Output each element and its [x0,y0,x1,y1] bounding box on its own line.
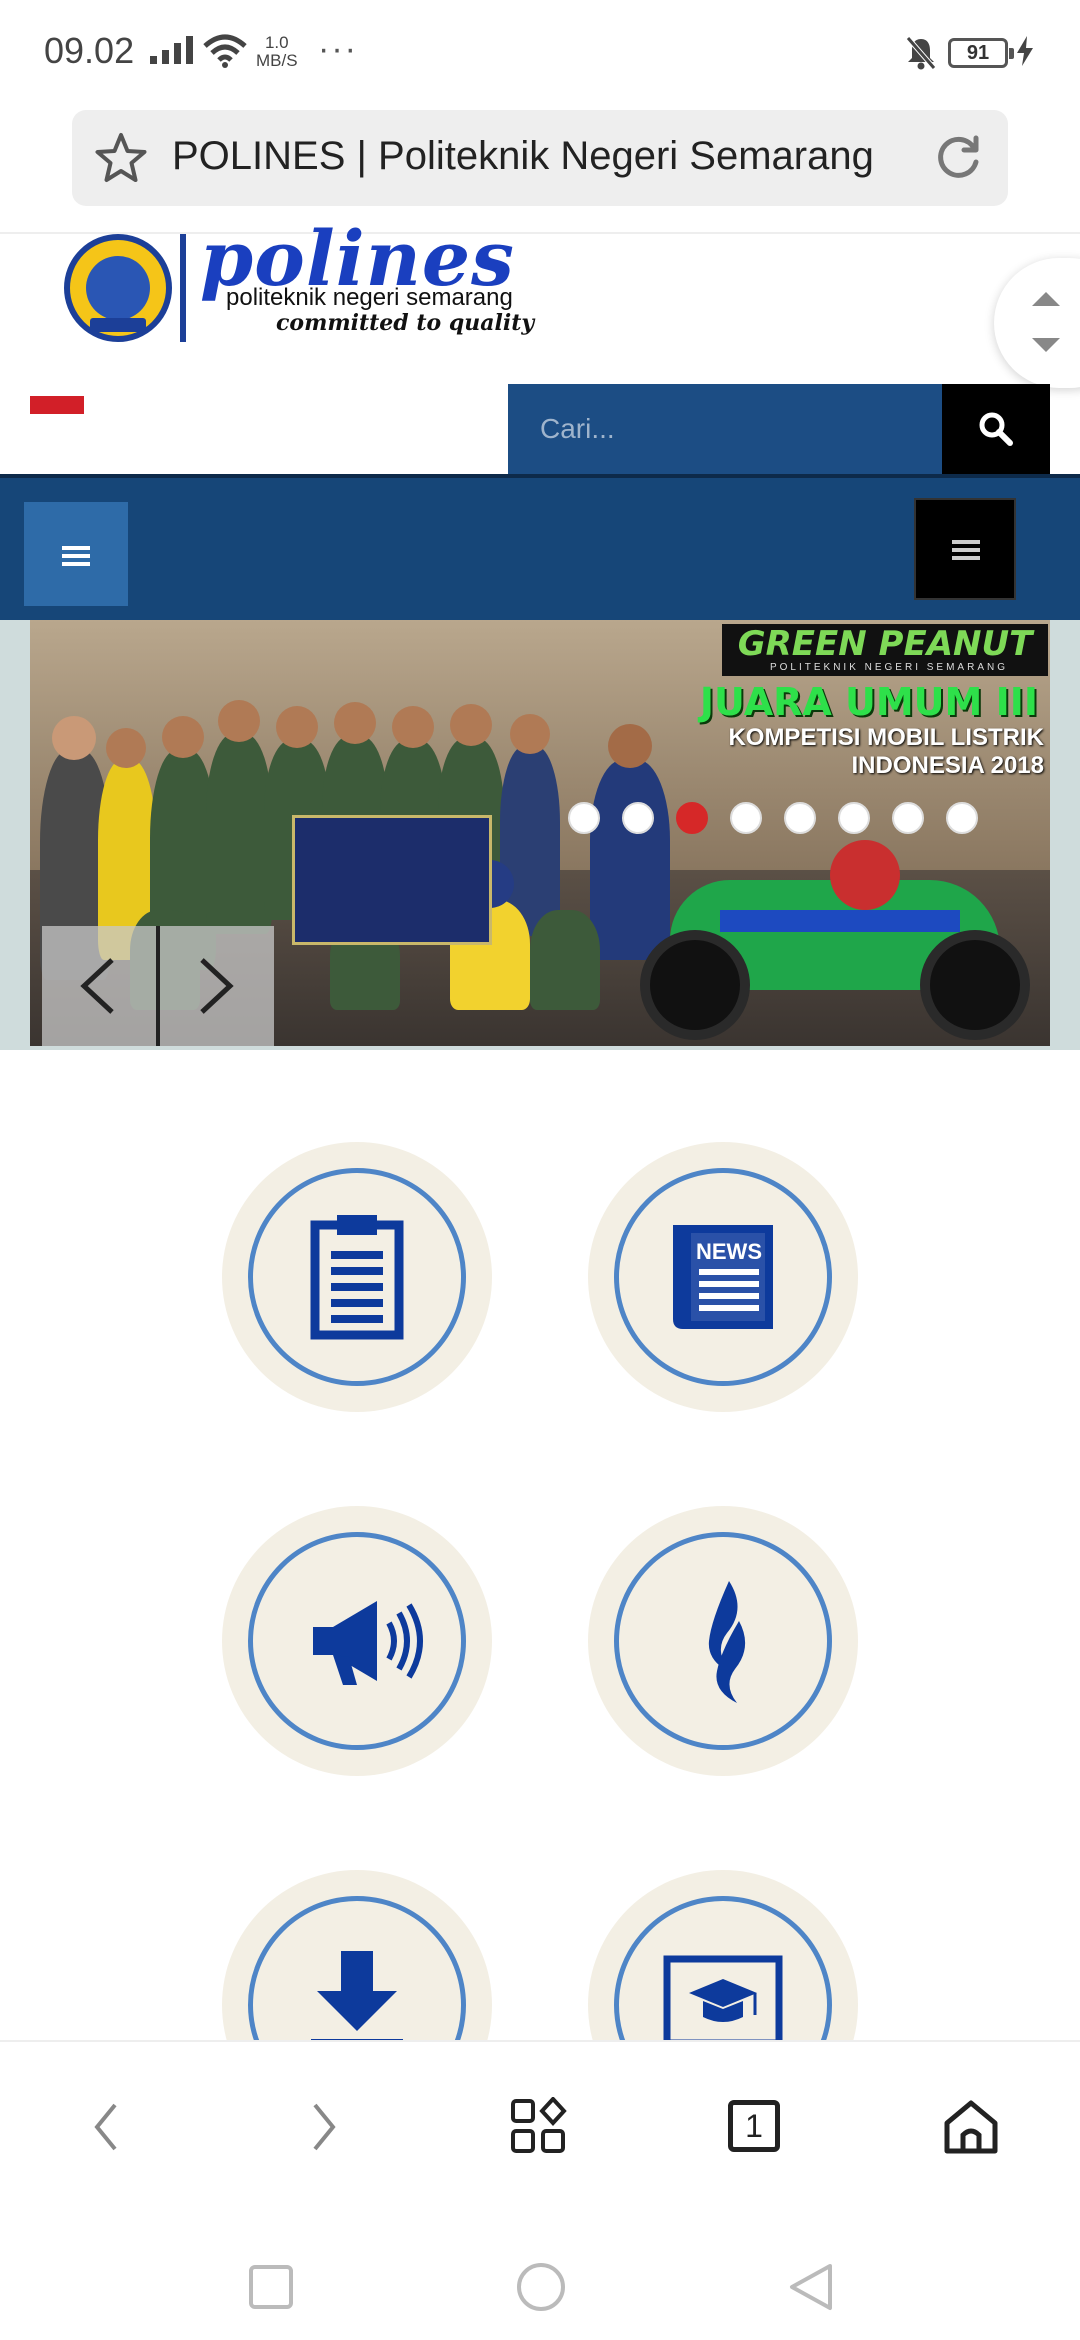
polines-emblem [64,234,172,342]
recents-button[interactable] [230,2246,310,2326]
apps-grid-icon [511,2097,567,2153]
logo-divider [180,234,186,342]
scroll-up-icon[interactable] [1032,292,1060,306]
quick-link-news[interactable]: NEWS [588,1142,858,1412]
hamburger-icon [952,540,980,560]
status-bar: 09.02 1.0 MB/S ··· 91 [0,0,1080,100]
hamburger-icon [62,546,90,566]
chevron-right-icon [200,958,234,1014]
slide-image[interactable]: GREEN PEANUT POLITEKNIK NEGERI SEMARANG … [30,620,1050,1046]
megaphone-icon [313,1601,423,1685]
network-speed: 1.0 MB/S [256,34,298,70]
chevron-left-icon [94,2103,117,2151]
search-box [508,384,942,474]
system-navigation-bar [0,2240,1080,2340]
slide-headline: JUARA UMUM III [699,680,1038,724]
more-notifications-indicator: ··· [318,30,358,68]
electric-car [630,840,1050,1046]
slide-dot[interactable] [838,802,870,834]
battery-indicator: 91 [948,38,1014,68]
news-icon: NEWS [673,1225,773,1329]
main-navbar [0,478,1080,620]
slide-arrows [42,926,274,1046]
chevron-left-icon [80,958,114,1014]
logo-tagline: committed to quality [276,310,535,336]
system-home-button[interactable] [500,2246,580,2326]
slide-indicators [568,802,1008,838]
chevron-right-icon [313,2103,336,2151]
network-speed-unit: MB/S [256,51,298,70]
status-time: 09.02 [44,30,135,71]
quick-link-clipboard[interactable] [222,1142,492,1412]
search-button[interactable] [942,384,1050,474]
bell-muted-icon [906,36,936,75]
slide-dot[interactable] [568,802,600,834]
menu-toggle-button[interactable] [24,502,128,606]
address-bar[interactable]: POLINES | Politeknik Negeri Semarang [72,110,1008,206]
secondary-menu-button[interactable] [914,498,1016,600]
slide-dot[interactable] [622,802,654,834]
forward-button[interactable] [278,2082,368,2172]
logo-subtitle: politeknik negeri semarang [226,284,513,311]
hero-slider: GREEN PEANUT POLITEKNIK NEGERI SEMARANG … [0,620,1080,1050]
language-flag-icon[interactable] [30,396,84,414]
slide-dot[interactable] [730,802,762,834]
slide-caption: GREEN PEANUT POLITEKNIK NEGERI SEMARANG … [700,624,1048,804]
system-back-button[interactable] [770,2246,850,2326]
quick-link-announcement[interactable] [222,1506,492,1776]
square-icon [249,2265,293,2309]
wifi-icon [203,34,247,73]
circle-icon [517,2263,565,2311]
site-logo[interactable]: polines politeknik negeri semarang commi… [60,214,540,348]
bookmark-star-icon[interactable] [94,132,148,189]
slide-dot[interactable] [892,802,924,834]
slide-dot[interactable] [946,802,978,834]
search-icon [979,412,1013,446]
charging-icon [1016,36,1034,71]
browser-toolbar: 1 [0,2040,1080,2240]
group-banner [292,815,492,945]
browser-screen: 09.02 1.0 MB/S ··· 91 POLINES | Politekn… [0,0,1080,2340]
back-button[interactable] [62,2082,152,2172]
slide-dot[interactable] [784,802,816,834]
home-button[interactable] [926,2082,1016,2172]
slide-line-1: KOMPETISI MOBIL LISTRIK [728,724,1044,751]
search-input[interactable] [508,384,942,474]
slide-prev-button[interactable] [42,926,156,1046]
tab-count: 1 [728,2100,780,2152]
apps-button[interactable] [494,2082,584,2172]
triangle-back-icon [790,2264,832,2310]
slide-brand-subtitle: POLITEKNIK NEGERI SEMARANG [769,662,1008,673]
home-icon [944,2100,998,2154]
network-speed-value: 1.0 [264,33,289,52]
tabs-button[interactable]: 1 [710,2082,800,2172]
page-title[interactable]: POLINES | Politeknik Negeri Semarang [172,134,874,179]
scroll-down-icon[interactable] [1032,338,1060,352]
flame-icon [708,1581,746,1703]
slide-line-2: INDONESIA 2018 [851,752,1044,779]
page-scroll-widget[interactable] [994,258,1080,388]
clipboard-icon [310,1215,404,1340]
quick-link-flame[interactable] [588,1506,858,1776]
slide-dot-active[interactable] [676,802,708,834]
news-label: NEWS [696,1239,762,1264]
slide-next-button[interactable] [160,926,274,1046]
signal-icon [150,36,196,69]
reload-icon[interactable] [932,132,984,189]
